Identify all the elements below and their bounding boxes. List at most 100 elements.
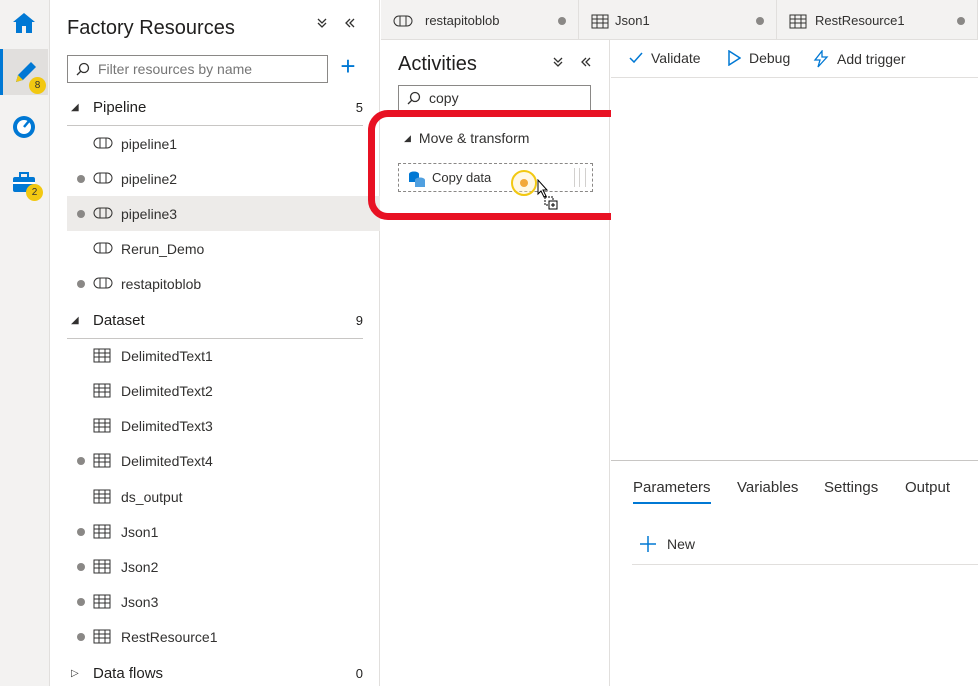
panel-title: Factory Resources (67, 17, 235, 39)
manage-badge: 2 (26, 184, 43, 201)
left-rail: 8 2 (0, 0, 50, 686)
new-label: New (667, 536, 696, 552)
item-label: DelimitedText1 (121, 347, 213, 364)
tab-json1[interactable]: Json1 (579, 0, 777, 40)
validate-button[interactable]: Validate (629, 50, 701, 66)
unsaved-dot (558, 17, 566, 25)
tab-variables[interactable]: Variables (737, 479, 798, 496)
search-icon (76, 62, 90, 76)
tab-label: restapitoblob (425, 12, 500, 28)
tab-label: Json1 (615, 12, 650, 28)
section-dataflows[interactable]: ▷ Data flows 0 (67, 656, 363, 686)
item-label: DelimitedText4 (121, 452, 213, 469)
filter-box[interactable] (67, 55, 328, 83)
dataset-item[interactable]: RestResource1 (67, 619, 380, 654)
collapse-all-icon[interactable] (316, 16, 328, 33)
tab-output[interactable]: Output (905, 479, 950, 496)
collapse-all-icon[interactable] (552, 55, 564, 72)
validate-label: Validate (651, 50, 701, 66)
table-icon (93, 594, 111, 609)
tab-restapitoblob[interactable]: restapitoblob (381, 0, 579, 40)
pipeline-item-selected[interactable]: pipeline3 (67, 196, 380, 231)
section-count: 9 (355, 313, 363, 328)
debug-label: Debug (749, 50, 791, 66)
dataset-item[interactable]: DelimitedText2 (67, 373, 380, 408)
adf-author-page: 8 2 Factory Resources Filter resources b… (0, 0, 978, 686)
pipeline-item[interactable]: restapitoblob (67, 266, 380, 301)
section-dataset[interactable]: ◢ Dataset 9 (67, 303, 363, 338)
author-button[interactable]: 8 (0, 49, 48, 95)
expanded-triangle-icon: ◢ (71, 102, 79, 113)
pipeline-item[interactable]: pipeline2 (67, 161, 380, 196)
manage-button[interactable]: 2 (0, 159, 48, 205)
activities-search-input[interactable] (429, 90, 579, 106)
activities-title: Activities (398, 53, 477, 75)
item-label: DelimitedText2 (121, 382, 213, 399)
pipeline-canvas[interactable] (611, 79, 978, 460)
pipeline-item[interactable]: pipeline1 (67, 126, 380, 161)
unsaved-dot (77, 562, 85, 571)
collapse-panel-icon[interactable] (580, 55, 592, 72)
checkmark-icon (629, 52, 643, 64)
add-resource-button[interactable]: + (336, 53, 360, 79)
item-label: RestResource1 (121, 628, 218, 645)
section-label: Data flows (93, 665, 164, 682)
home-button[interactable] (0, 0, 48, 46)
pipeline-icon (393, 15, 413, 27)
add-trigger-button[interactable]: Add trigger (813, 50, 905, 68)
table-icon (93, 453, 111, 468)
collapsed-triangle-icon: ▷ (71, 668, 79, 679)
section-count: 0 (355, 666, 363, 681)
dataset-item[interactable]: DelimitedText4 (67, 443, 380, 478)
play-icon (728, 50, 741, 66)
section-pipeline[interactable]: ◢ Pipeline 5 (67, 90, 363, 125)
unsaved-dot (957, 17, 965, 25)
tab-settings[interactable]: Settings (824, 479, 878, 496)
monitor-icon (13, 116, 35, 138)
add-trigger-label: Add trigger (837, 51, 906, 67)
plus-icon: + (340, 51, 356, 81)
dataset-item[interactable]: DelimitedText1 (67, 338, 380, 373)
dataset-item[interactable]: Json3 (67, 584, 380, 619)
plus-icon (640, 536, 656, 552)
pipeline-icon (93, 242, 113, 254)
highlight-annotation (368, 110, 634, 220)
item-label: pipeline1 (121, 135, 178, 152)
dataset-item[interactable]: DelimitedText3 (67, 408, 380, 443)
factory-resources-panel: Factory Resources + ◢ Pipeline 5 (50, 0, 380, 686)
table-icon (93, 559, 111, 574)
table-icon (789, 14, 807, 29)
item-label: pipeline3 (121, 205, 178, 222)
collapse-panel-icon[interactable] (344, 16, 356, 33)
item-label: ds_output (121, 488, 183, 505)
dataset-item[interactable]: Json2 (67, 549, 380, 584)
filter-input[interactable] (98, 61, 318, 77)
dataset-item[interactable]: Json1 (67, 514, 380, 549)
editor-tabs: restapitoblob Json1 RestResource1 (381, 0, 978, 40)
pipeline-item[interactable]: Rerun_Demo (67, 231, 380, 266)
item-label: DelimitedText3 (121, 417, 213, 434)
pipeline-icon (93, 137, 113, 149)
unsaved-dot (77, 632, 85, 641)
table-icon (93, 489, 111, 504)
item-label: Rerun_Demo (121, 240, 205, 257)
debug-button[interactable]: Debug (727, 50, 790, 66)
item-label: pipeline2 (121, 170, 178, 187)
new-parameter-button[interactable]: New (639, 535, 695, 553)
monitor-button[interactable] (0, 104, 48, 150)
divider (632, 564, 978, 565)
unsaved-dot (77, 456, 85, 465)
tab-parameters[interactable]: Parameters (633, 479, 711, 504)
tab-restresource1[interactable]: RestResource1 (777, 0, 978, 40)
author-badge: 8 (29, 77, 46, 94)
table-icon (93, 629, 111, 644)
dataset-item[interactable]: ds_output (67, 479, 380, 514)
search-icon (407, 91, 421, 105)
activities-search-box[interactable] (398, 85, 591, 111)
item-label: Json3 (121, 593, 159, 610)
table-icon (93, 348, 111, 363)
expanded-triangle-icon: ◢ (71, 315, 79, 326)
item-label: Json2 (121, 558, 159, 575)
properties-panel: Parameters Variables Settings Output New (611, 460, 978, 686)
pipeline-toolbar: Validate Debug Add trigger (611, 40, 978, 78)
